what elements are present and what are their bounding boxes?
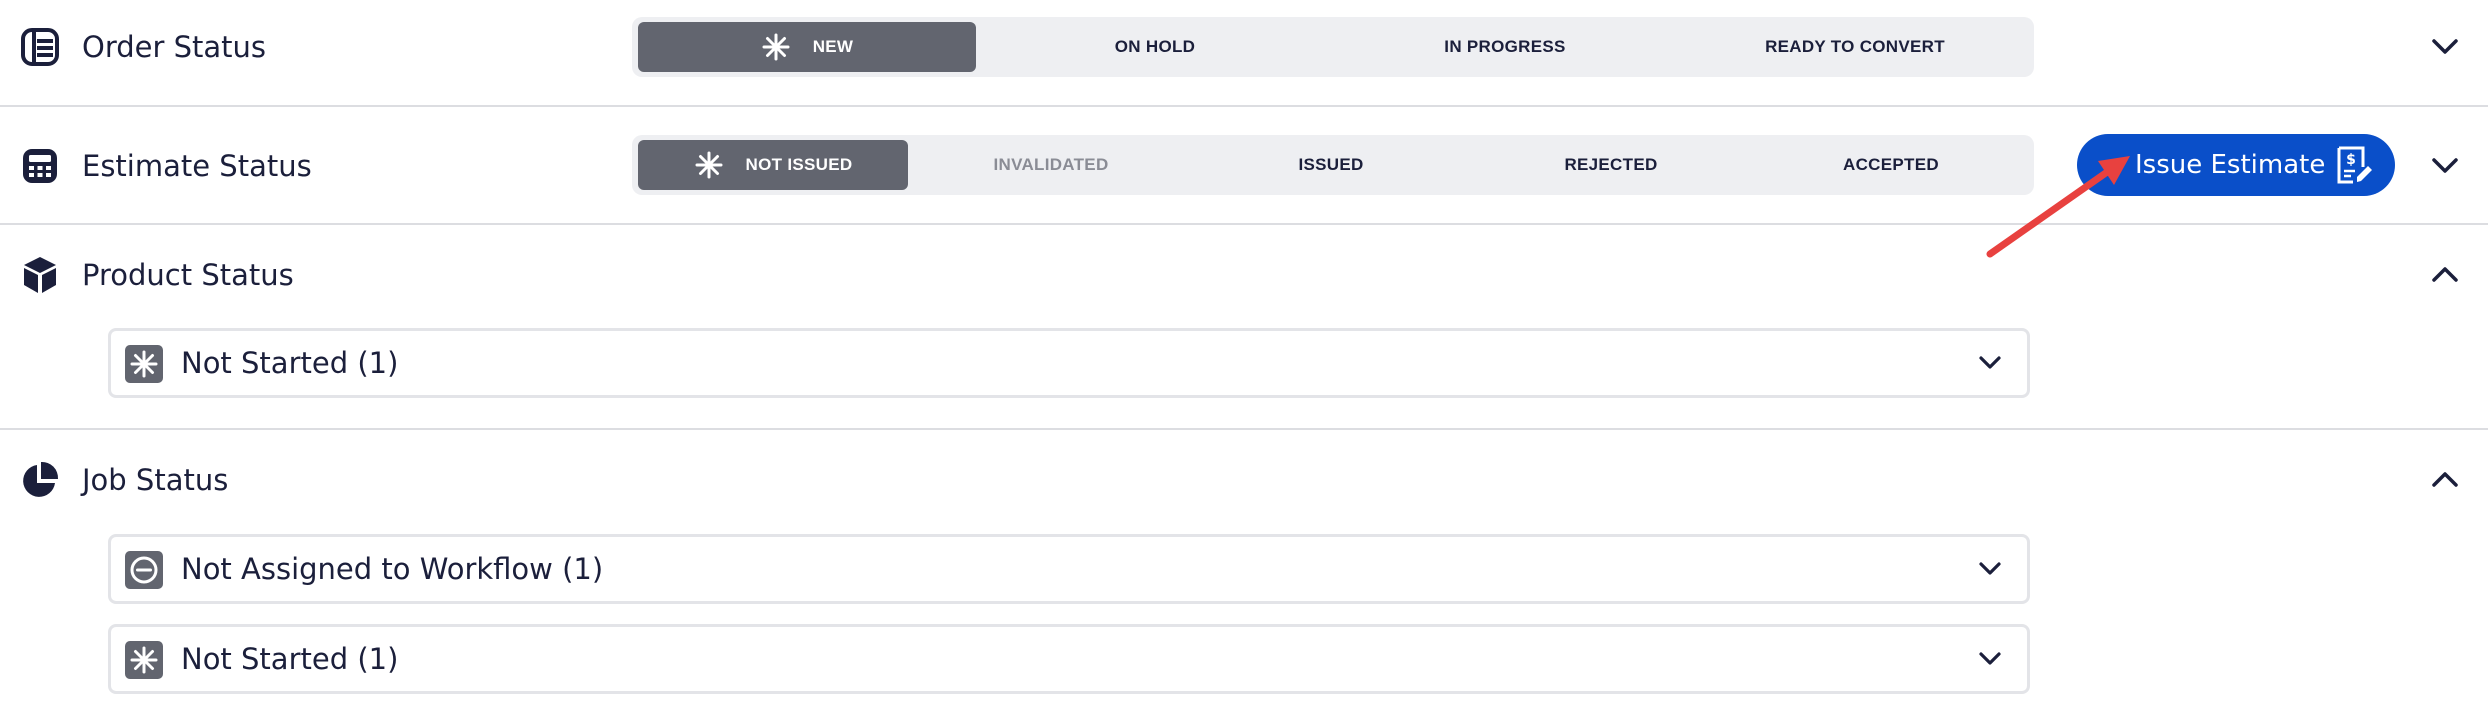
job-status-title: Job Status [82,463,229,497]
job-status-row[interactable]: Not Started (1) [108,624,2030,694]
order-list-icon [20,27,60,67]
order-status-expand-toggle[interactable] [2425,27,2465,67]
product-status-row[interactable]: Not Started (1) [108,328,2030,398]
order-status-option-label: ON HOLD [1114,37,1196,56]
job-status-section: Job Status Not Assigned to Workflow (1) [0,430,2488,711]
issue-estimate-button[interactable]: Issue Estimate $ [2077,134,2395,196]
estimate-status-option-invalidated[interactable]: INVALIDATED [912,140,1190,190]
chevron-down-icon [1973,552,2007,586]
product-status-section: Product Status Not Started (1) [0,225,2488,428]
asterisk-icon [695,151,723,179]
order-status-option-new[interactable]: NEW [638,22,976,72]
pie-chart-icon [20,460,60,500]
product-status-title: Product Status [82,258,294,292]
estimate-status-expand-toggle[interactable] [2425,146,2465,186]
chevron-down-icon [2432,39,2458,54]
chevron-down-icon [2432,158,2458,173]
svg-text:$: $ [2346,152,2356,168]
asterisk-icon [125,641,163,679]
estimate-status-option-not-issued[interactable]: NOT ISSUED [638,140,908,190]
order-status-segmented-control: NEW ON HOLD IN PROGRESS READY TO CONVERT [632,17,2034,77]
minus-circle-icon [125,551,163,589]
estimate-status-option-label: ISSUED [1298,155,1364,174]
box-icon [20,255,60,295]
job-status-collapse-toggle[interactable] [2425,460,2465,500]
chevron-up-icon [2432,472,2458,487]
estimate-status-option-accepted[interactable]: ACCEPTED [1752,140,2030,190]
calculator-icon [20,146,60,186]
order-status-option-label: READY TO CONVERT [1765,37,1945,56]
status-row-label: Not Assigned to Workflow (1) [181,552,604,586]
order-status-option-in-progress[interactable]: IN PROGRESS [1332,22,1678,72]
chevron-up-icon [2432,267,2458,282]
estimate-status-option-label: NOT ISSUED [745,155,853,174]
estimate-status-option-rejected[interactable]: REJECTED [1472,140,1750,190]
chevron-down-icon [1973,346,2007,380]
estimate-status-option-label: INVALIDATED [993,155,1109,174]
job-status-row[interactable]: Not Assigned to Workflow (1) [108,534,2030,604]
order-status-section: Order Status NEW ON HOLD IN PROGRESS REA… [0,0,2488,105]
order-status-option-label: IN PROGRESS [1444,37,1566,56]
order-status-option-label: NEW [812,37,854,56]
status-row-label: Not Started (1) [181,642,399,676]
asterisk-icon [762,33,790,61]
order-status-option-on-hold[interactable]: ON HOLD [982,22,1328,72]
order-status-option-ready-to-convert[interactable]: READY TO CONVERT [1682,22,2028,72]
estimate-document-icon: $ [2337,146,2372,184]
chevron-down-icon [1973,642,2007,676]
estimate-status-segmented-control: NOT ISSUED INVALIDATED ISSUED REJECTED A… [632,135,2034,195]
order-status-title: Order Status [82,30,267,64]
estimate-status-option-label: ACCEPTED [1843,155,1939,174]
product-status-collapse-toggle[interactable] [2425,255,2465,295]
estimate-status-option-label: REJECTED [1564,155,1658,174]
asterisk-icon [125,345,163,383]
estimate-status-title: Estimate Status [82,149,312,183]
issue-estimate-button-label: Issue Estimate [2135,150,2326,180]
estimate-status-option-issued[interactable]: ISSUED [1192,140,1470,190]
status-row-label: Not Started (1) [181,346,399,380]
